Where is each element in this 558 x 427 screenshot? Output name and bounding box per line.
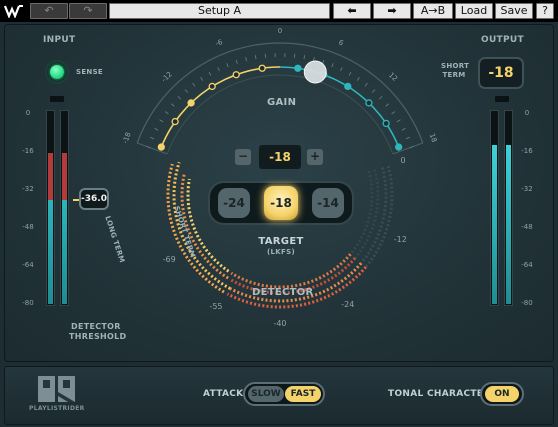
gain-tick-mark [159,119,164,123]
load-button[interactable]: Load [455,3,493,19]
detector-scale-tick: -24 [341,299,355,309]
gain-tick-mark [303,55,306,60]
gain-curve-node [187,99,195,107]
gain-curve-node [208,82,216,91]
target-selector: -24 -18 -14 [208,181,354,225]
gain-tick-mark [396,119,401,123]
ab-compare-button[interactable]: A→B [413,3,453,19]
gain-curve-node [395,143,403,151]
gain-tick-mark [208,71,212,76]
gain-label: GAIN [267,97,297,108]
next-preset-button[interactable]: ➡ [373,3,411,19]
gain-tick-mark [340,67,343,72]
gain-scale-tick: 0 [277,27,283,35]
attack-switch[interactable]: SLOW FAST [243,382,325,406]
detector-scale-tick: -40 [273,319,287,328]
playlistrider-logo-icon [38,376,75,402]
gain-tick-mark [405,136,410,140]
detector-warm-right-4 [230,253,352,289]
target-option-14[interactable]: -14 [312,188,344,218]
brand-name: PLAYLISTRIDER [29,405,85,412]
gain-tick-mark [164,111,169,115]
gain-curve-node [344,82,352,91]
gain-tick-mark [235,59,238,64]
detector-scale-tick: 0 [400,155,406,165]
gain-tick-mark [401,127,406,131]
save-button[interactable]: Save [495,3,533,19]
gain-tick-mark [184,89,188,93]
gain-decrement-button[interactable]: − [235,149,251,165]
main-panel: INPUT SENSE 0 -16 -32 -48 -64 -80 -36.0 DETEC… [4,24,554,362]
gain-arc-inner [166,74,394,155]
gain-curve-node [365,99,373,107]
gain-knob-handle [303,60,327,84]
gain-tick-mark [200,77,204,81]
gain-tick-mark [170,103,175,107]
target-option-24[interactable]: -24 [218,188,250,218]
gain-increment-button[interactable]: + [307,149,323,165]
target-option-18[interactable]: -18 [264,186,298,220]
gain-tick-mark [192,82,196,87]
gain-curve-node [258,64,266,72]
redo-icon: ↷ [83,4,93,17]
gain-value[interactable]: -18 [259,145,301,169]
detector-scale-tick: -12 [393,234,407,244]
bottom-bar: PLAYLISTRIDER ATTACK SLOW FAST TONAL CHA… [4,366,554,425]
gain-curve-node [294,64,302,72]
gain-curve-node [382,119,390,128]
gain-tick-mark [356,77,360,81]
gain-tick-mark [245,57,248,62]
tonal-character-label: TONAL CHARACTER [388,389,491,399]
gain-tick-mark [226,63,229,68]
detector-dim-right-inner [360,167,388,265]
gain-tick-mark [217,67,220,72]
gain-tick-mark [331,63,334,68]
gain-tick-mark [254,55,257,60]
detector-label: DETECTOR [252,287,314,298]
gain-tick-mark [154,127,159,131]
gain-curve-node [157,143,165,151]
detector-scale-tick: -69 [162,255,176,264]
gain-tick-mark [385,103,390,107]
gain-curve-node [232,71,240,79]
attack-fast-option[interactable]: FAST [285,386,321,402]
arrow-right-icon: ➡ [387,4,397,17]
gain-tick-mark [150,136,155,140]
toolbar: ↶ ↷ Setup A ⬅ ➡ A→B Load Save ? [0,0,558,22]
undo-button[interactable]: ↶ [30,3,68,19]
attack-slow-option[interactable]: SLOW [248,386,284,402]
gain-tick-mark [322,59,325,64]
gain-tick-mark [378,96,383,100]
gain-curve-teal [279,66,400,148]
gain-curve-yellow [160,66,281,148]
tonal-character-on[interactable]: ON [485,386,519,402]
previous-preset-button[interactable]: ⬅ [333,3,371,19]
target-unit: (LKFS) [267,248,295,256]
attack-label: ATTACK [203,389,244,399]
plugin-window: ↶ ↷ Setup A ⬅ ➡ A→B Load Save ? INPUT SE… [0,0,558,427]
gain-tick-mark [348,71,352,76]
gain-tick-mark [391,111,396,115]
tonal-character-switch[interactable]: ON [480,382,524,406]
redo-button[interactable]: ↷ [69,3,107,19]
undo-icon: ↶ [44,4,54,17]
gain-tick-mark [364,82,368,87]
arrow-left-icon: ⬅ [347,4,357,17]
waves-logo-icon [4,5,23,18]
gain-tick-mark [177,96,182,100]
gain-tick-mark [372,89,376,93]
gain-curve-node [171,117,179,126]
detector-scale-tick: -55 [209,301,223,311]
preset-name-field[interactable]: Setup A [109,3,330,19]
help-button[interactable]: ? [536,3,554,19]
target-label: TARGET [258,236,304,247]
detector-dim-right-4 [349,170,374,256]
